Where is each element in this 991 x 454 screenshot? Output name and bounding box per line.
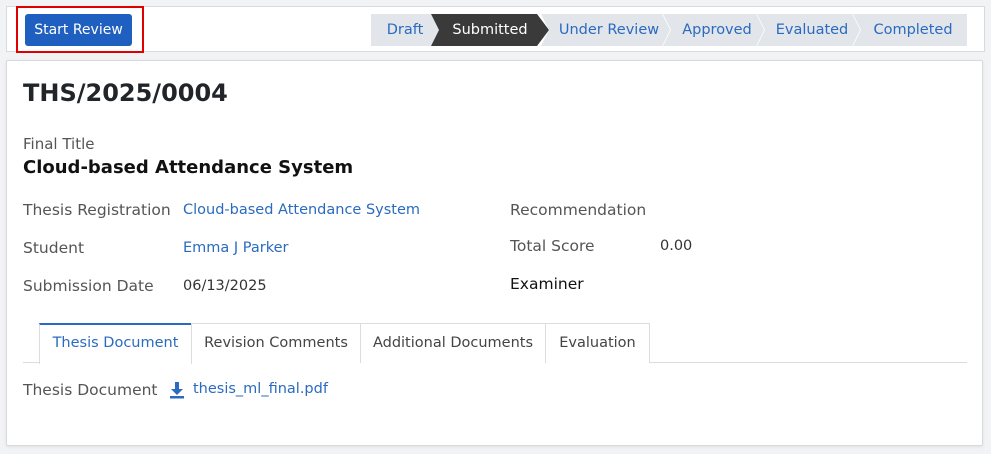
thesis-registration-link[interactable]: Cloud-based Attendance System	[183, 202, 420, 218]
stage-label: Submitted	[452, 22, 528, 38]
stage-submitted[interactable]: Submitted	[431, 14, 549, 46]
stage-label: Completed	[873, 22, 953, 38]
stage-label: Under Review	[558, 22, 660, 38]
examiner-label: Examiner	[510, 275, 584, 293]
stage-under-review[interactable]: Under Review	[541, 14, 671, 46]
stage-label: Evaluated	[775, 22, 849, 38]
thesis-registration-label: Thesis Registration	[23, 201, 171, 219]
submission-date-value: 06/13/2025	[183, 278, 267, 294]
control-panel: Start Review Draft Submitted Under Revie…	[6, 6, 985, 53]
tab-evaluation[interactable]: Evaluation	[545, 323, 650, 363]
thesis-document-label: Thesis Document	[23, 381, 158, 399]
stage-label: Approved	[682, 22, 752, 38]
recommendation-label: Recommendation	[510, 201, 647, 219]
stage-draft[interactable]: Draft	[371, 14, 439, 46]
stage-approved[interactable]: Approved	[663, 14, 765, 46]
stage-completed[interactable]: Completed	[853, 14, 967, 46]
record-reference: THS/2025/0004	[23, 79, 228, 107]
student-label: Student	[23, 239, 85, 257]
tab-revision-comments[interactable]: Revision Comments	[191, 323, 361, 363]
student-link[interactable]: Emma J Parker	[183, 240, 289, 256]
total-score-label: Total Score	[510, 237, 595, 255]
final-title-value: Cloud-based Attendance System	[23, 157, 354, 178]
total-score-value: 0.00	[660, 238, 693, 254]
start-review-button[interactable]: Start Review	[25, 14, 132, 46]
thesis-document-file-link[interactable]: thesis_ml_final.pdf	[193, 381, 328, 397]
stage-evaluated[interactable]: Evaluated	[757, 14, 861, 46]
tab-thesis-document[interactable]: Thesis Document	[39, 323, 192, 364]
notebook-tabs: Thesis Document Revision Comments Additi…	[23, 323, 967, 364]
tab-additional-documents[interactable]: Additional Documents	[360, 323, 546, 363]
stage-label: Draft	[386, 22, 424, 38]
status-bar: Draft Submitted Under Review Approved Ev…	[371, 14, 967, 46]
record-form: THS/2025/0004 Final Title Cloud-based At…	[6, 60, 983, 446]
submission-date-label: Submission Date	[23, 277, 154, 295]
final-title-label: Final Title	[23, 135, 95, 153]
download-icon[interactable]	[169, 381, 185, 399]
